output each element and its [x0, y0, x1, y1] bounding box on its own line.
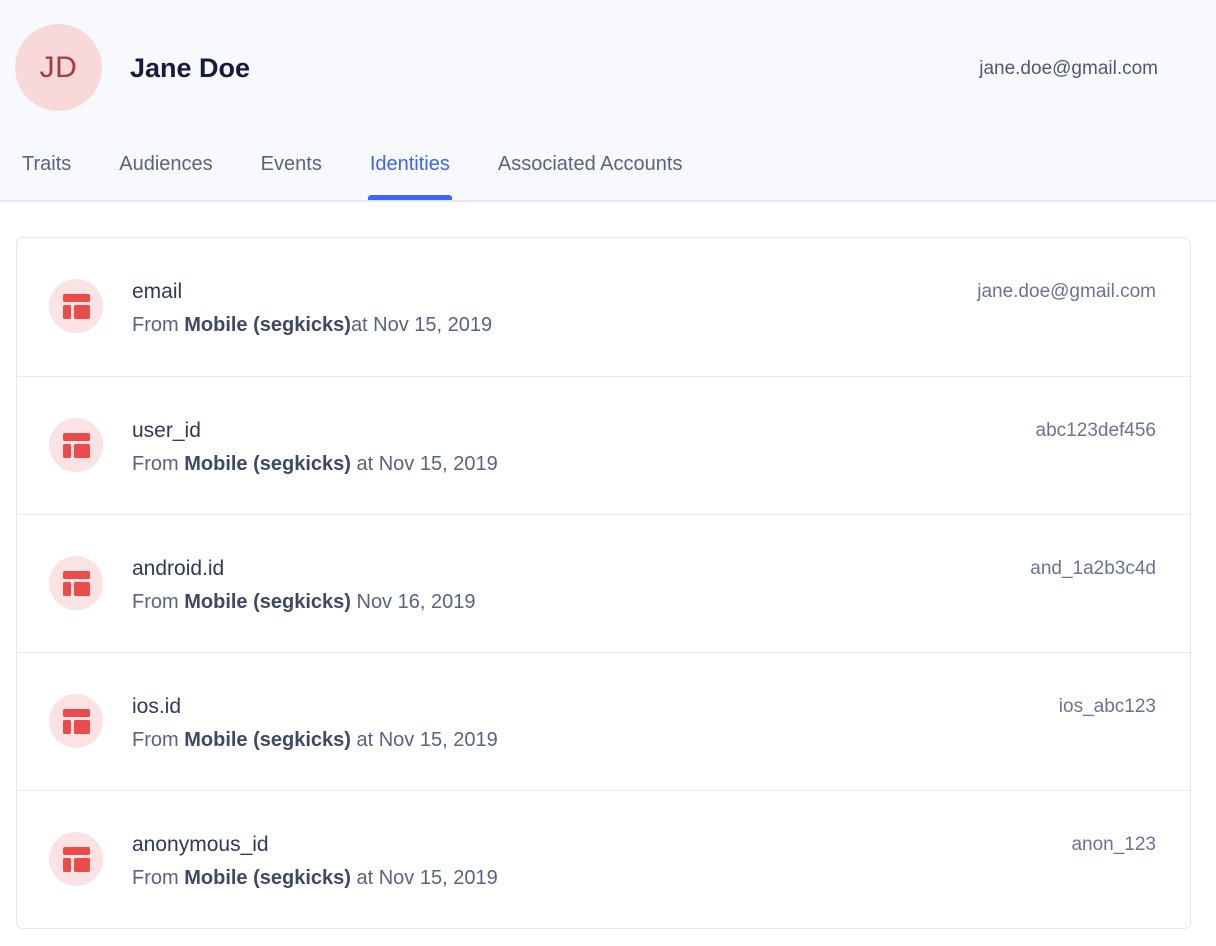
identity-name: anonymous_id — [132, 832, 498, 858]
identity-source-line: From Mobile (segkicks)at Nov 15, 2019 — [132, 313, 492, 338]
tab-audiences[interactable]: Audiences — [119, 153, 212, 200]
profile-header: JD Jane Doe jane.doe@gmail.com Traits Au… — [0, 0, 1216, 202]
identity-source-line: From Mobile (segkicks) at Nov 15, 2019 — [132, 866, 498, 891]
identity-text: ios.id From Mobile (segkicks) at Nov 15,… — [132, 694, 498, 753]
layout-source-icon — [49, 832, 103, 886]
layout-source-icon — [49, 279, 103, 333]
identity-text: email From Mobile (segkicks)at Nov 15, 2… — [132, 279, 492, 338]
tab-bar: Traits Audiences Events Identities Assoc… — [22, 153, 682, 200]
avatar: JD — [15, 24, 102, 111]
identity-row-email[interactable]: email From Mobile (segkicks)at Nov 15, 2… — [17, 238, 1190, 376]
identity-text: user_id From Mobile (segkicks) at Nov 15… — [132, 418, 498, 477]
identity-row-android-id[interactable]: android.id From Mobile (segkicks) Nov 16… — [17, 514, 1190, 652]
layout-source-icon — [49, 418, 103, 472]
source-name: Mobile (segkicks) — [184, 729, 351, 751]
identity-source-line: From Mobile (segkicks) at Nov 15, 2019 — [132, 728, 498, 753]
from-label: From — [132, 453, 184, 475]
tab-events[interactable]: Events — [261, 153, 322, 200]
identity-row-user-id[interactable]: user_id From Mobile (segkicks) at Nov 15… — [17, 376, 1190, 514]
identity-text: android.id From Mobile (segkicks) Nov 16… — [132, 556, 475, 615]
from-label: From — [132, 591, 184, 613]
identity-value: jane.doe@gmail.com — [977, 279, 1156, 305]
identity-name: android.id — [132, 556, 475, 582]
identity-source-line: From Mobile (segkicks) Nov 16, 2019 — [132, 590, 475, 615]
date-label: Nov 16, 2019 — [351, 591, 476, 613]
identity-name: ios.id — [132, 694, 498, 720]
source-name: Mobile (segkicks) — [184, 453, 351, 475]
identity-row-anonymous-id[interactable]: anonymous_id From Mobile (segkicks) at N… — [17, 790, 1190, 928]
source-name: Mobile (segkicks) — [184, 591, 351, 613]
date-label: at Nov 15, 2019 — [351, 314, 492, 336]
identity-source-line: From Mobile (segkicks) at Nov 15, 2019 — [132, 452, 498, 477]
identity-value: anon_123 — [1071, 832, 1156, 858]
identity-value: ios_abc123 — [1059, 694, 1156, 720]
identities-card: email From Mobile (segkicks)at Nov 15, 2… — [16, 237, 1191, 929]
identity-text: anonymous_id From Mobile (segkicks) at N… — [132, 832, 498, 891]
header-email: jane.doe@gmail.com — [979, 58, 1158, 80]
from-label: From — [132, 867, 184, 889]
source-name: Mobile (segkicks) — [184, 867, 351, 889]
page-title: Jane Doe — [130, 53, 250, 84]
date-label: at Nov 15, 2019 — [351, 729, 498, 751]
identity-value: abc123def456 — [1036, 418, 1156, 444]
identity-name: email — [132, 279, 492, 305]
identity-row-ios-id[interactable]: ios.id From Mobile (segkicks) at Nov 15,… — [17, 652, 1190, 790]
tab-identities[interactable]: Identities — [370, 153, 450, 200]
tab-traits[interactable]: Traits — [22, 153, 71, 200]
source-name: Mobile (segkicks) — [184, 314, 351, 336]
date-label: at Nov 15, 2019 — [351, 867, 498, 889]
from-label: From — [132, 314, 184, 336]
tab-associated-accounts[interactable]: Associated Accounts — [498, 153, 683, 200]
avatar-initials: JD — [40, 51, 78, 85]
date-label: at Nov 15, 2019 — [351, 453, 498, 475]
identity-value: and_1a2b3c4d — [1030, 556, 1156, 582]
layout-source-icon — [49, 694, 103, 748]
from-label: From — [132, 729, 184, 751]
layout-source-icon — [49, 556, 103, 610]
identity-name: user_id — [132, 418, 498, 444]
